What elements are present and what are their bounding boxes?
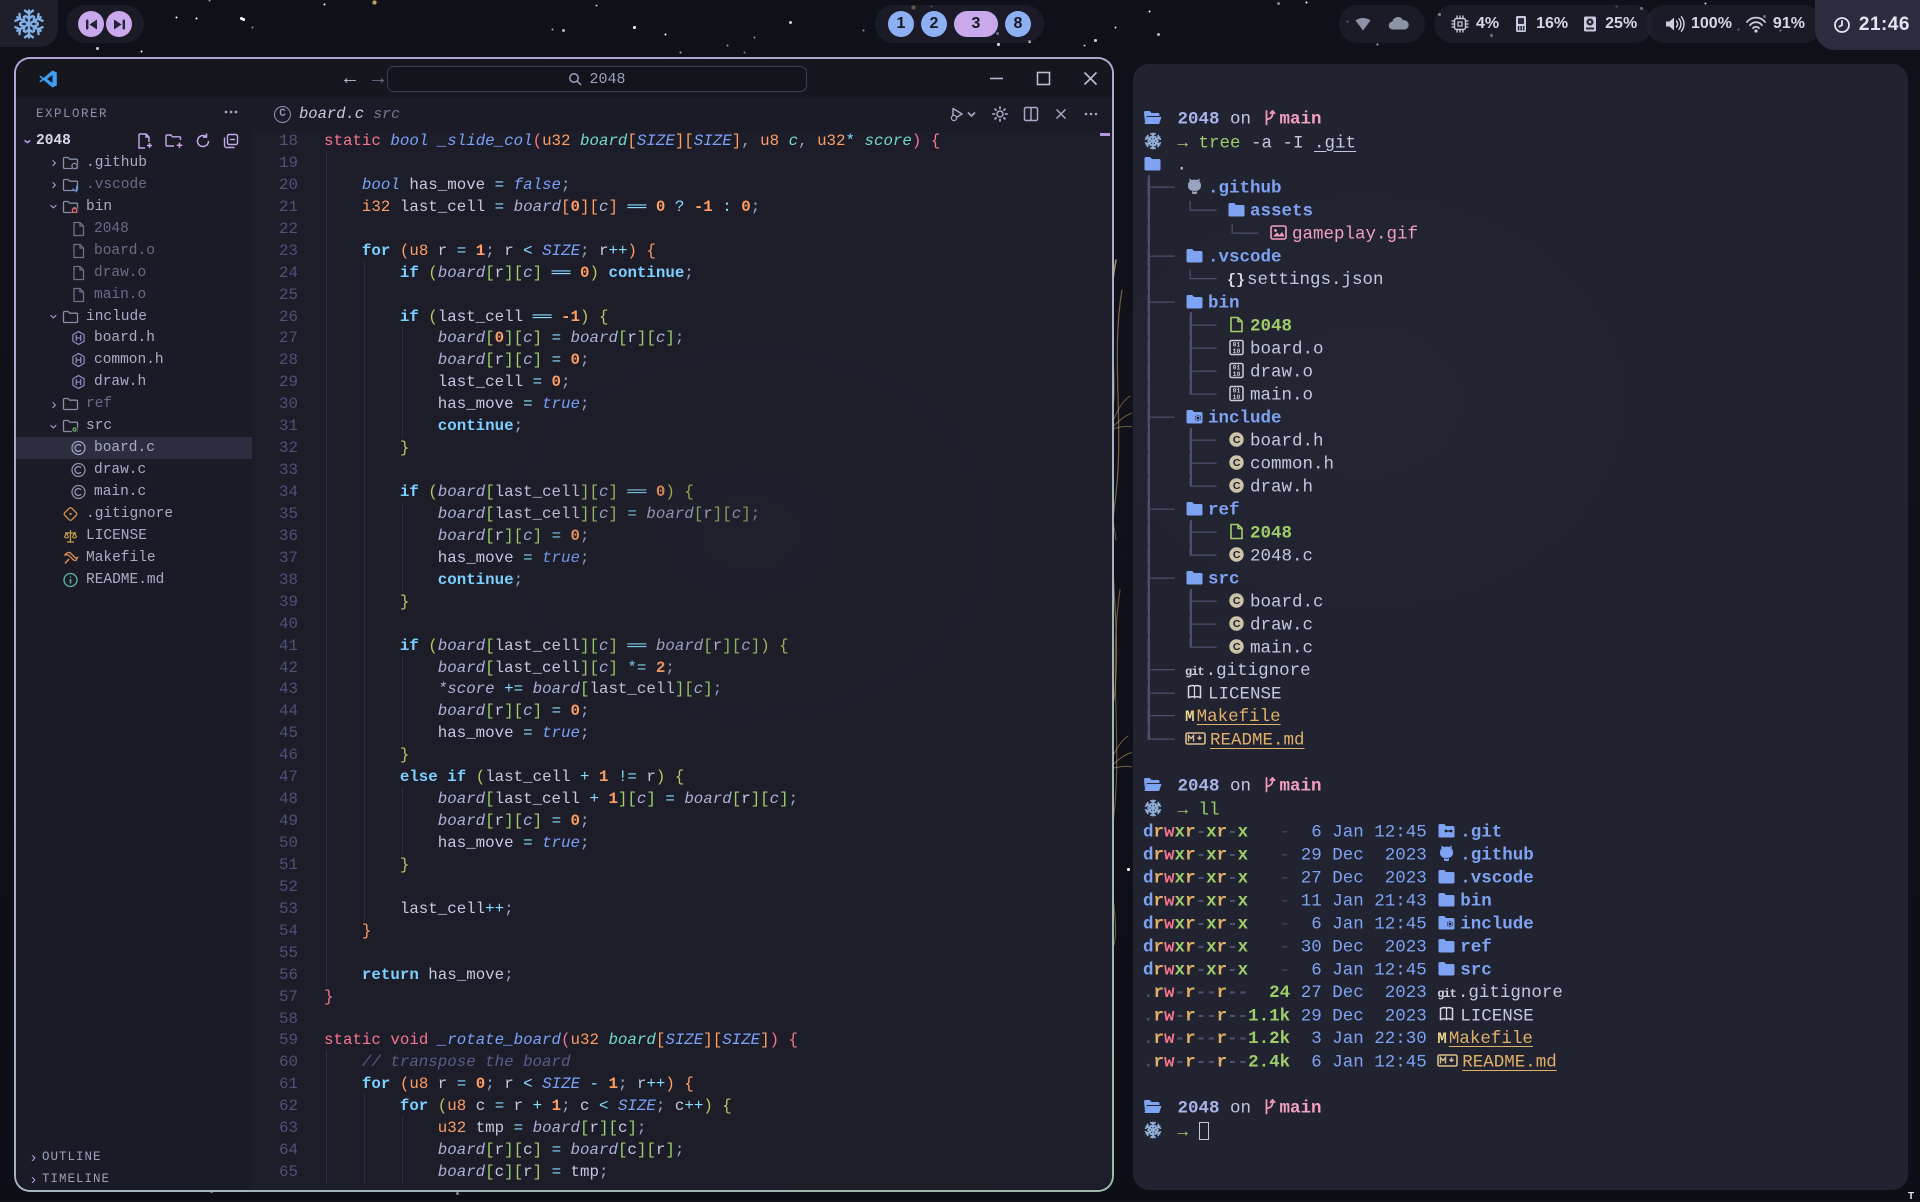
svg-text:C: C [1233,457,1241,469]
svg-text:C: C [1233,480,1241,492]
svg-text:10: 10 [1233,348,1241,355]
svg-text:C: C [1233,595,1241,607]
svg-text:C: C [1233,618,1241,630]
svg-text:10: 10 [1233,394,1241,401]
svg-text:C: C [1233,549,1241,561]
svg-text:10: 10 [1233,371,1241,378]
svg-text:C: C [1233,434,1241,446]
svg-text:C: C [1233,641,1241,653]
